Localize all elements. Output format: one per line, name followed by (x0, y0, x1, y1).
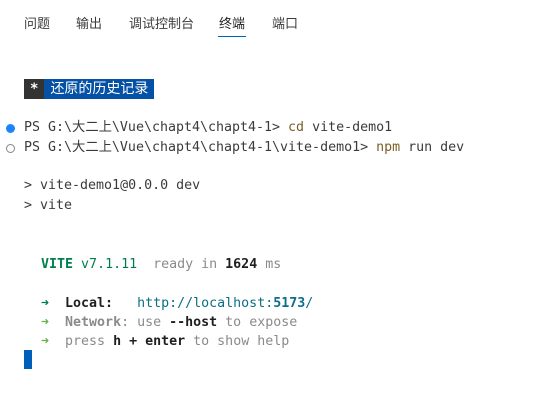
ready-time: 1624 (225, 257, 258, 272)
arrow-right-icon: ➜ (41, 334, 50, 349)
tab-ports[interactable]: 端口 (272, 17, 298, 33)
url-prefix: http://localhost: (137, 296, 274, 311)
local-url-line: ➜ Local: http://localhost:5173/ (41, 295, 313, 313)
tab-terminal[interactable]: 终端 (219, 17, 245, 33)
banner-text: 还原的历史记录 (50, 81, 149, 97)
network-line: ➜ Network: use --host to expose (41, 314, 297, 332)
restored-history-banner: * 还原的历史记录 (24, 79, 155, 99)
url-suffix: / (305, 296, 314, 311)
prompt: PS G:\大二上\Vue\chapt4\chapt4-1\vite-demo1… (24, 140, 377, 155)
terminal-cursor (24, 350, 32, 369)
help-line: ➜ press h + enter to show help (41, 333, 289, 351)
help-key-enter: enter (145, 334, 186, 349)
local-label: Local: (65, 296, 114, 311)
ready-unit: ms (257, 257, 282, 272)
local-url-link[interactable]: http://localhost:5173/ (137, 296, 313, 311)
host-flag: --host (169, 315, 218, 330)
terminal-output[interactable]: * 还原的历史记录 PS G:\大二上\Vue\chapt4\chapt4-1> … (0, 44, 547, 402)
panel-tab-bar: 问题 输出 调试控制台 终端 端口 (0, 0, 547, 44)
command-args: vite-demo1 (304, 120, 393, 135)
arrow-right-icon: ➜ (41, 315, 50, 330)
command: cd (288, 120, 305, 135)
tab-problems[interactable]: 问题 (24, 17, 50, 33)
help-text1: press (65, 334, 114, 349)
vite-ready-line: VITE v7.1.11 ready in 1624 ms (41, 256, 281, 274)
command-running-decoration-icon[interactable] (6, 144, 15, 153)
command-args: run dev (400, 140, 465, 155)
terminal-line-2: PS G:\大二上\Vue\chapt4\chapt4-1\vite-demo1… (24, 139, 464, 157)
ready-prefix: ready in (153, 257, 226, 272)
tab-debug-console[interactable]: 调试控制台 (129, 17, 194, 33)
tab-output[interactable]: 输出 (76, 17, 102, 33)
banner-star: * (24, 79, 45, 99)
terminal-line-4: > vite (24, 198, 73, 213)
network-text1: : use (121, 315, 170, 330)
help-plus: + (121, 334, 146, 349)
arrow-right-icon: ➜ (41, 296, 50, 311)
prompt: PS G:\大二上\Vue\chapt4\chapt4-1> (24, 120, 289, 135)
network-label: Network (65, 315, 122, 330)
network-text2: to expose (217, 315, 298, 330)
command: npm (376, 140, 401, 155)
command-success-decoration-icon[interactable] (6, 124, 15, 133)
help-key-h: h (113, 334, 122, 349)
terminal-line-3: > vite-demo1@0.0.0 dev (24, 178, 201, 193)
vite-name: VITE (41, 257, 74, 272)
help-text2: to show help (185, 334, 290, 349)
vite-version: v7.1.11 (81, 257, 138, 272)
url-port: 5173 (273, 296, 306, 311)
terminal-line-1: PS G:\大二上\Vue\chapt4\chapt4-1> cd vite-d… (24, 119, 392, 137)
active-tab-indicator (218, 36, 246, 37)
